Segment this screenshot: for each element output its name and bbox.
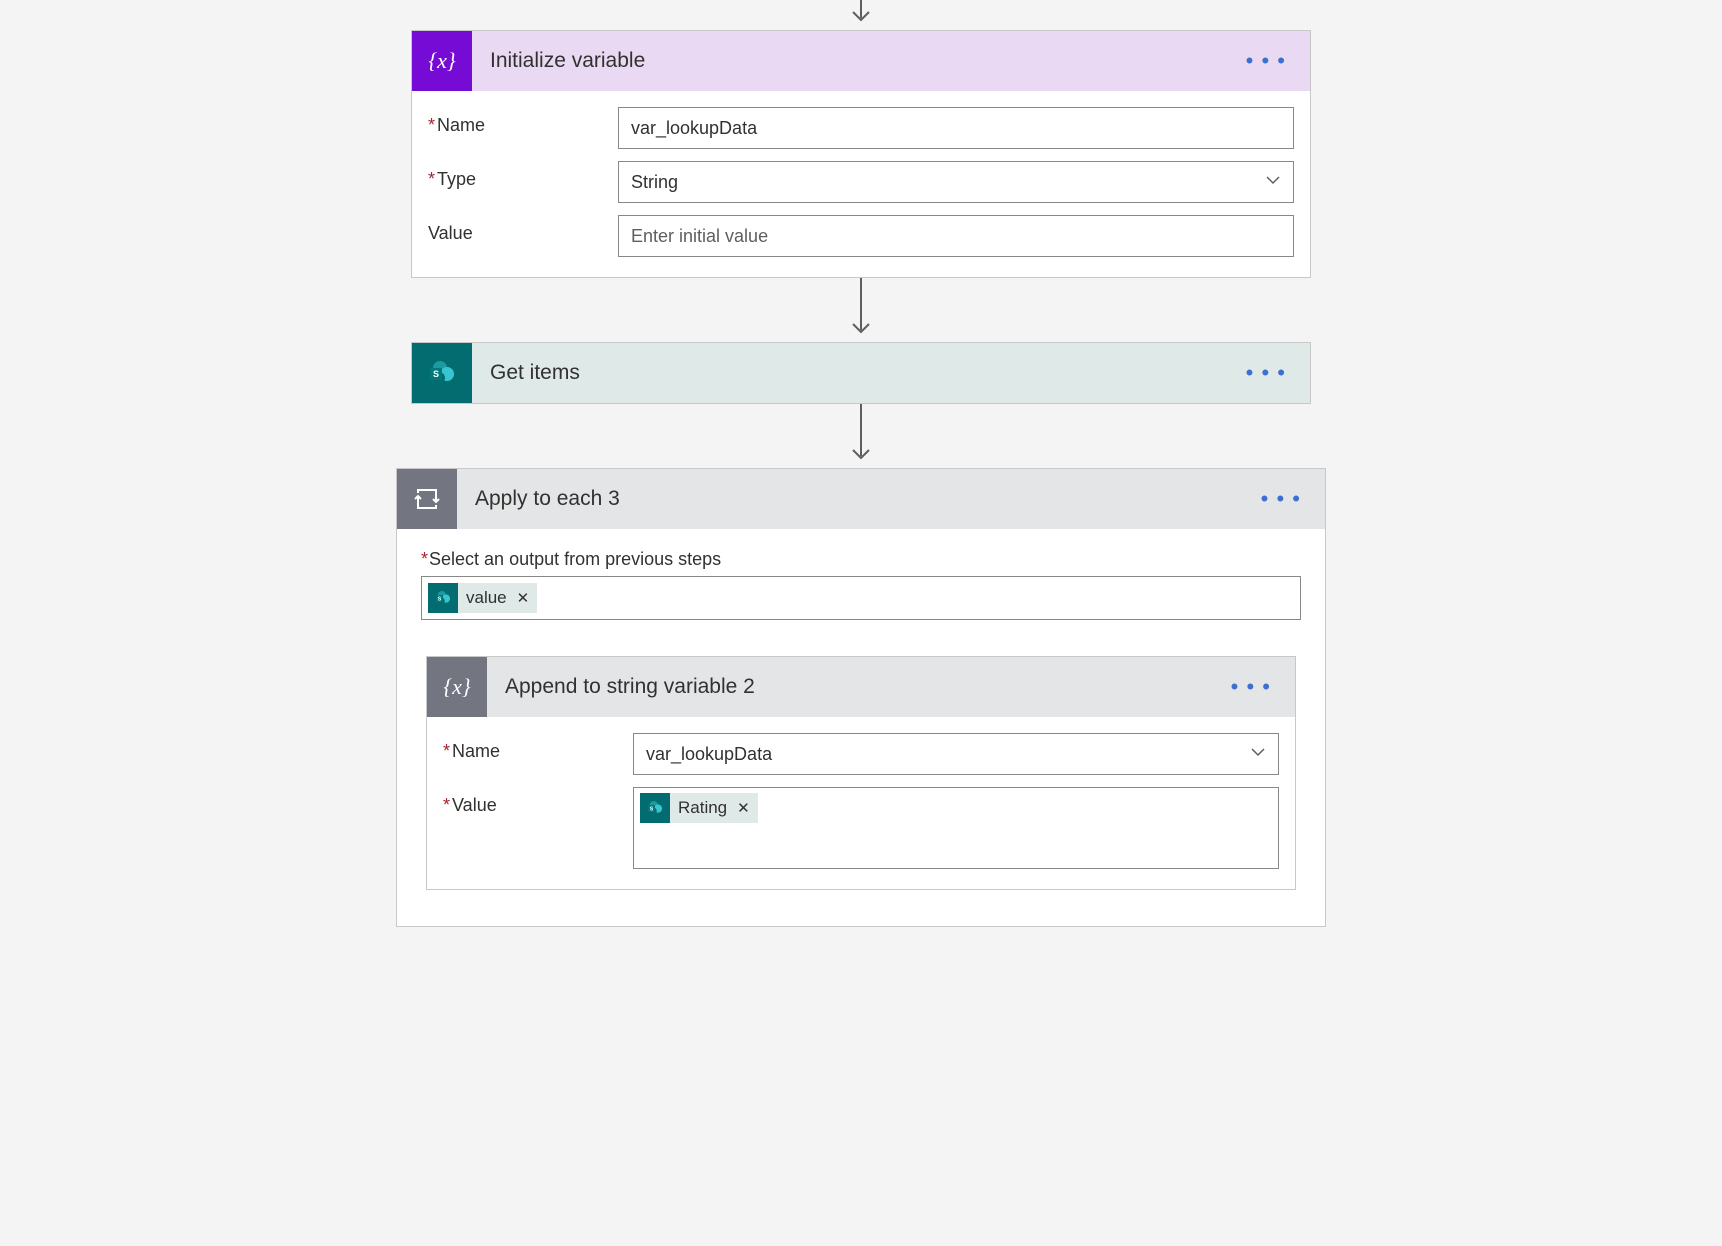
field-label-value: *Value: [443, 787, 633, 816]
select-output-label: *Select an output from previous steps: [421, 549, 1301, 570]
value-token-input[interactable]: S Rating ✕: [633, 787, 1279, 869]
name-input[interactable]: [618, 107, 1294, 149]
more-menu-button[interactable]: • • •: [1238, 48, 1294, 74]
more-menu-button[interactable]: • • •: [1238, 360, 1294, 386]
step-append-to-string-variable[interactable]: {x} Append to string variable 2 • • • *N…: [426, 656, 1296, 890]
token-remove-icon[interactable]: ✕: [737, 799, 750, 817]
card-body: *Name var_lookupData *Value: [427, 717, 1295, 889]
sharepoint-icon: S: [428, 583, 458, 613]
chevron-down-icon: [1265, 172, 1281, 193]
card-header[interactable]: S Get items • • •: [412, 343, 1310, 403]
field-label-type: *Type: [428, 161, 618, 190]
sharepoint-icon: S: [640, 793, 670, 823]
card-title: Apply to each 3: [457, 487, 1253, 511]
card-header[interactable]: {x} Append to string variable 2 • • •: [427, 657, 1295, 717]
svg-text:S: S: [438, 596, 442, 602]
step-initialize-variable[interactable]: {x} Initialize variable • • • *Name *Typ…: [411, 30, 1311, 278]
loop-icon: [397, 469, 457, 529]
variable-icon: {x}: [427, 657, 487, 717]
more-menu-button[interactable]: • • •: [1253, 486, 1309, 512]
card-header[interactable]: Apply to each 3 • • •: [397, 469, 1325, 529]
card-header[interactable]: {x} Initialize variable • • •: [412, 31, 1310, 91]
card-body: *Name *Type String Value: [412, 91, 1310, 277]
value-input[interactable]: [618, 215, 1294, 257]
field-label-name: *Name: [428, 107, 618, 136]
token-remove-icon[interactable]: ✕: [517, 589, 530, 607]
card-title: Append to string variable 2: [487, 675, 1223, 699]
chevron-down-icon: [1250, 744, 1266, 765]
token-rating[interactable]: S Rating ✕: [640, 793, 758, 823]
variable-icon: {x}: [412, 31, 472, 91]
type-select-value: String: [631, 172, 678, 193]
svg-text:S: S: [650, 806, 654, 812]
connector-arrow: [0, 404, 1722, 468]
card-title: Get items: [472, 361, 1238, 385]
sharepoint-icon: S: [412, 343, 472, 403]
svg-text:S: S: [433, 369, 439, 379]
connector-arrow: [0, 278, 1722, 342]
type-select[interactable]: String: [618, 161, 1294, 203]
card-title: Initialize variable: [472, 49, 1238, 73]
more-menu-button[interactable]: • • •: [1223, 674, 1279, 700]
token-label: Rating: [678, 798, 727, 818]
name-select[interactable]: var_lookupData: [633, 733, 1279, 775]
step-get-items[interactable]: S Get items • • •: [411, 342, 1311, 404]
token-value[interactable]: S value ✕: [428, 583, 537, 613]
name-select-value: var_lookupData: [646, 744, 772, 765]
svg-text:{x}: {x}: [443, 674, 471, 699]
field-label-name: *Name: [443, 733, 633, 762]
svg-text:{x}: {x}: [428, 48, 456, 73]
loop-body: *Select an output from previous steps S …: [397, 529, 1325, 926]
select-output-input[interactable]: S value ✕: [421, 576, 1301, 620]
token-label: value: [466, 588, 507, 608]
field-label-value: Value: [428, 215, 618, 244]
step-apply-to-each[interactable]: Apply to each 3 • • • *Select an output …: [396, 468, 1326, 927]
connector-arrow: [0, 0, 1722, 30]
